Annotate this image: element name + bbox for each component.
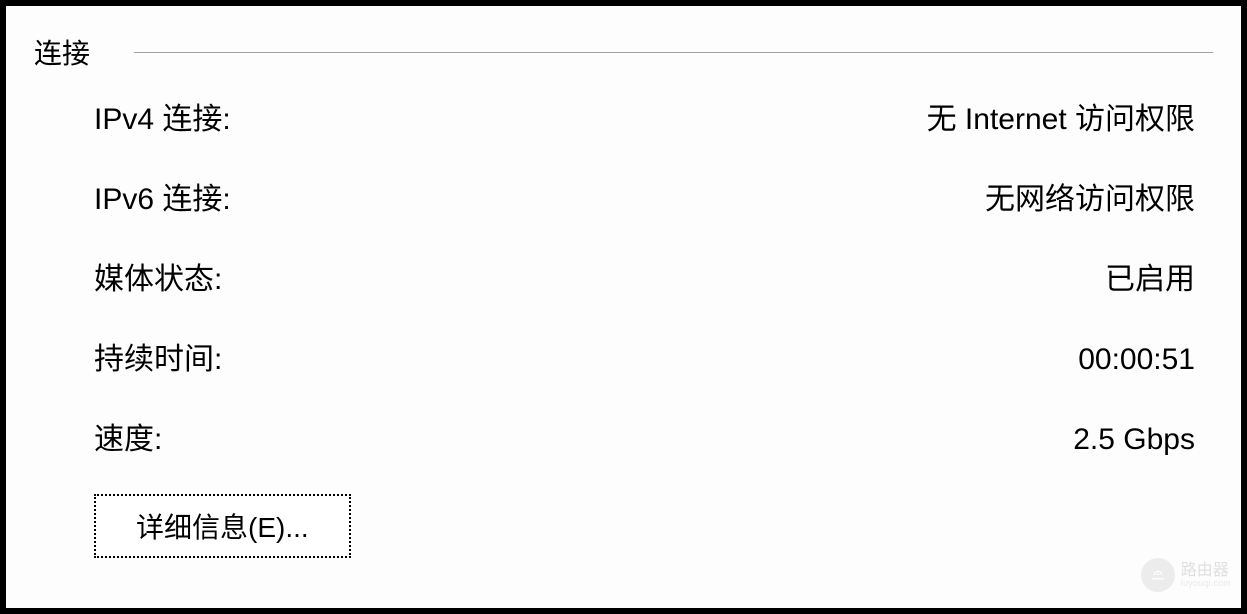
prop-label-duration: 持续时间: bbox=[94, 334, 222, 378]
fieldset-divider bbox=[134, 52, 1213, 53]
prop-row-speed: 速度: 2.5 Gbps bbox=[94, 414, 1195, 458]
prop-row-duration: 持续时间: 00:00:51 bbox=[94, 334, 1195, 378]
prop-label-ipv4: IPv4 连接: bbox=[94, 94, 231, 138]
prop-row-ipv4: IPv4 连接: 无 Internet 访问权限 bbox=[94, 94, 1195, 138]
prop-value-ipv6: 无网络访问权限 bbox=[985, 174, 1195, 218]
connection-fieldset: 连接 IPv4 连接: 无 Internet 访问权限 IPv6 连接: 无网络… bbox=[16, 14, 1231, 576]
prop-label-ipv6: IPv6 连接: bbox=[94, 174, 231, 218]
prop-value-speed: 2.5 Gbps bbox=[1073, 423, 1195, 457]
prop-row-ipv6: IPv6 连接: 无网络访问权限 bbox=[94, 174, 1195, 218]
connection-status-panel: 连接 IPv4 连接: 无 Internet 访问权限 IPv6 连接: 无网络… bbox=[0, 0, 1247, 614]
prop-value-duration: 00:00:51 bbox=[1078, 343, 1195, 377]
details-button[interactable]: 详细信息(E)... bbox=[94, 494, 351, 558]
prop-label-media-state: 媒体状态: bbox=[94, 254, 222, 298]
prop-value-ipv4: 无 Internet 访问权限 bbox=[927, 94, 1195, 138]
fieldset-legend: 连接 bbox=[34, 32, 100, 72]
watermark-sub: luyouqi.com bbox=[1181, 579, 1231, 588]
prop-value-media-state: 已启用 bbox=[1105, 254, 1195, 298]
prop-row-media-state: 媒体状态: 已启用 bbox=[94, 254, 1195, 298]
button-row: 详细信息(E)... bbox=[34, 494, 1213, 558]
prop-label-speed: 速度: bbox=[94, 414, 162, 458]
connection-properties: IPv4 连接: 无 Internet 访问权限 IPv6 连接: 无网络访问权… bbox=[34, 94, 1213, 458]
